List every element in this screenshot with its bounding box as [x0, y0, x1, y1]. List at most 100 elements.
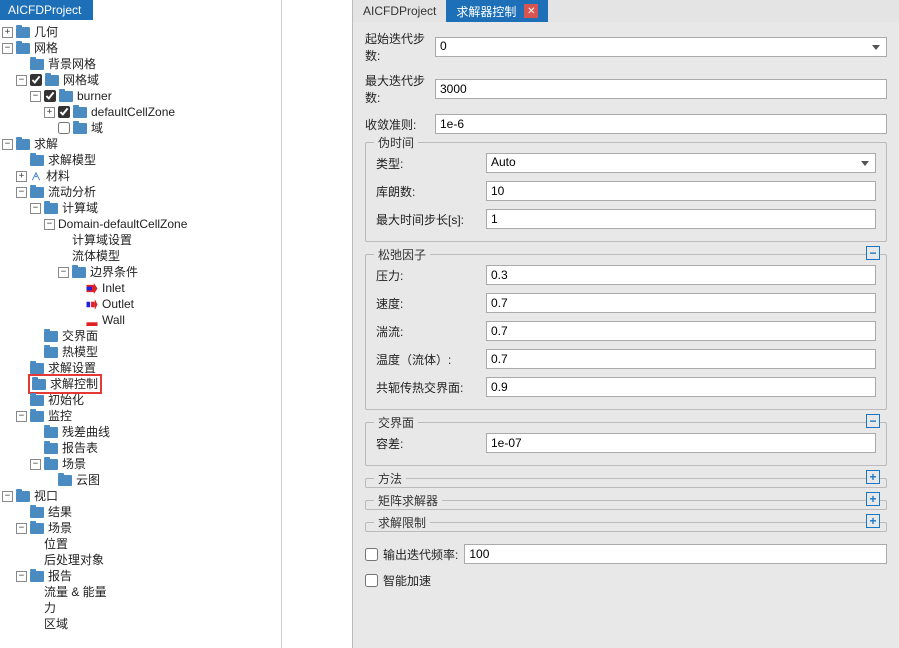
tree-item-domain[interactable]: 域 [91, 120, 103, 136]
spacer [16, 155, 27, 166]
max-iter-input[interactable] [435, 79, 887, 99]
checkbox-domain[interactable] [58, 122, 70, 134]
tree-item-flow-energy[interactable]: 流量 & 能量 [44, 584, 107, 600]
tree-item-domain-dcz[interactable]: Domain-defaultCellZone [58, 216, 187, 232]
folder-icon [30, 507, 44, 518]
folder-icon [30, 411, 44, 422]
collapse-icon[interactable] [58, 267, 69, 278]
turb-input[interactable] [486, 321, 876, 341]
expand-icon[interactable]: + [866, 470, 880, 484]
maxdt-input[interactable] [486, 209, 876, 229]
pressure-input[interactable] [486, 265, 876, 285]
property-panel: AICFDProject 求解器控制 ✕ 起始迭代步数: 0 最大迭代步数: 收… [352, 0, 899, 648]
tree-item-calc-domain[interactable]: 计算域 [62, 200, 98, 216]
tree-item-geometry[interactable]: 几何 [34, 24, 58, 40]
tree-item-interface[interactable]: 交界面 [62, 328, 98, 344]
folder-icon [44, 459, 58, 470]
tree-item-force[interactable]: 力 [44, 600, 56, 616]
collapse-icon[interactable] [30, 91, 41, 102]
checkbox-burner[interactable] [44, 90, 56, 102]
tol-input[interactable] [486, 433, 876, 453]
spacer [16, 507, 27, 518]
tree-item-flow-analysis[interactable]: 流动分析 [48, 184, 96, 200]
spacer [44, 123, 55, 134]
checkbox-mesh-domain[interactable] [30, 74, 42, 86]
collapse-icon[interactable] [16, 571, 27, 582]
tree-item-scene2[interactable]: 场景 [48, 520, 72, 536]
tree-item-position[interactable]: 位置 [44, 536, 68, 552]
folder-icon [30, 187, 44, 198]
tree-item-postobj[interactable]: 后处理对象 [44, 552, 104, 568]
tree-item-burner[interactable]: burner [77, 88, 112, 104]
spacer [30, 555, 41, 566]
tree-item-solve-control[interactable]: 求解控制 [50, 376, 98, 392]
tree-item-defaultcellzone[interactable]: defaultCellZone [91, 104, 175, 120]
tree-item-result[interactable]: 结果 [48, 504, 72, 520]
tab-project[interactable]: AICFDProject [353, 0, 446, 22]
group-relax-legend: 松弛因子 [374, 246, 430, 263]
collapse-icon[interactable] [2, 139, 13, 150]
tree-item-monitor[interactable]: 监控 [48, 408, 72, 424]
collapse-icon[interactable] [2, 43, 13, 54]
collapse-icon[interactable] [30, 459, 41, 470]
temp-label: 温度（流体）: [376, 351, 486, 368]
tree-tab[interactable]: AICFDProject [0, 0, 93, 20]
expand-icon[interactable]: + [866, 492, 880, 506]
folder-icon [16, 491, 30, 502]
group-limit: 求解限制 + [365, 522, 887, 532]
cht-input[interactable] [486, 377, 876, 397]
start-iter-select[interactable]: 0 [435, 37, 887, 57]
checkbox-defaultcellzone[interactable] [58, 106, 70, 118]
pt-type-select[interactable]: Auto [486, 153, 876, 173]
tab-solver-control[interactable]: 求解器控制 ✕ [446, 0, 548, 22]
converge-input[interactable] [435, 114, 887, 134]
tree-item-mesh[interactable]: 网格 [34, 40, 58, 56]
tree-item-solve[interactable]: 求解 [34, 136, 58, 152]
tree-item-report[interactable]: 报告 [48, 568, 72, 584]
expand-icon[interactable] [16, 171, 27, 182]
collapse-icon[interactable] [16, 411, 27, 422]
tree-item-report-table[interactable]: 报告表 [62, 440, 98, 456]
expand-icon[interactable] [44, 107, 55, 118]
expand-icon[interactable] [2, 27, 13, 38]
expand-icon[interactable]: + [866, 514, 880, 528]
tree-item-inlet[interactable]: Inlet [102, 280, 125, 296]
tree-item-thermal[interactable]: 热模型 [62, 344, 98, 360]
tree-item-outlet[interactable]: Outlet [102, 296, 134, 312]
folder-icon [30, 59, 44, 70]
tree-item-contour[interactable]: 云图 [76, 472, 100, 488]
tree-item-region[interactable]: 区域 [44, 616, 68, 632]
out-freq-input[interactable] [464, 544, 887, 564]
tree-item-bg-mesh[interactable]: 背景网格 [48, 56, 96, 72]
checkbox-smart-accel[interactable] [365, 574, 378, 587]
collapse-icon[interactable] [16, 523, 27, 534]
tree-item-residual[interactable]: 残差曲线 [62, 424, 110, 440]
tree-item-solve-model[interactable]: 求解模型 [48, 152, 96, 168]
tree-item-calc-domain-setting[interactable]: 计算域设置 [72, 232, 132, 248]
collapse-icon[interactable] [16, 75, 27, 86]
collapse-icon[interactable] [44, 219, 55, 230]
courant-input[interactable] [486, 181, 876, 201]
tree-item-wall[interactable]: Wall [102, 312, 125, 328]
tree-item-init[interactable]: 初始化 [48, 392, 84, 408]
close-icon[interactable]: ✕ [524, 4, 538, 18]
tree-item-viewport[interactable]: 视口 [34, 488, 58, 504]
outlet-icon [86, 299, 98, 310]
velocity-input[interactable] [486, 293, 876, 313]
tree-item-boundary[interactable]: 边界条件 [90, 264, 138, 280]
collapse-icon[interactable] [30, 203, 41, 214]
tree-item-mesh-domain[interactable]: 网格域 [63, 72, 99, 88]
collapse-icon[interactable]: − [866, 246, 880, 260]
collapse-icon[interactable] [2, 491, 13, 502]
checkbox-output-freq[interactable] [365, 548, 378, 561]
spacer [72, 283, 83, 294]
collapse-icon[interactable]: − [866, 414, 880, 428]
tree-item-fluid-model[interactable]: 流体模型 [72, 248, 120, 264]
folder-icon [30, 395, 44, 406]
folder-icon [44, 443, 58, 454]
temp-input[interactable] [486, 349, 876, 369]
collapse-icon[interactable] [16, 187, 27, 198]
tree-item-material[interactable]: 材料 [46, 168, 70, 184]
spacer [30, 443, 41, 454]
tree-item-monitor-scene[interactable]: 场景 [62, 456, 86, 472]
